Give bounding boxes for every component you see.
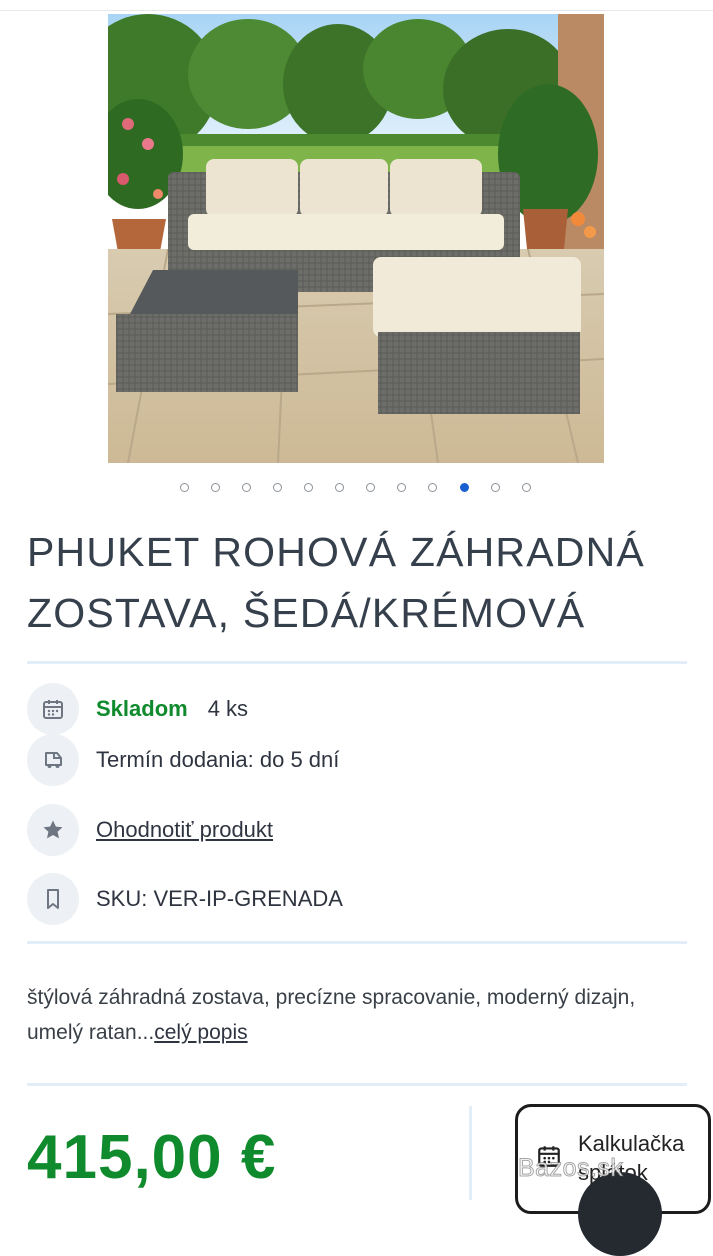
stock-count: 4 ks <box>207 696 249 721</box>
sku-value: SKU: VER-IP-GRENADA <box>96 886 343 911</box>
calendar-icon <box>27 683 79 735</box>
divider <box>27 941 687 944</box>
gallery-dot[interactable] <box>211 483 220 492</box>
divider <box>27 661 687 664</box>
gallery-pagination <box>0 483 713 495</box>
star-icon <box>27 804 79 856</box>
product-image[interactable] <box>108 14 604 463</box>
stock-row: Skladom 4 ks <box>27 683 687 735</box>
top-divider <box>0 0 713 11</box>
gallery-dot[interactable] <box>335 483 344 492</box>
gallery-dot[interactable] <box>180 483 189 492</box>
description-text: štýlová záhradná zostava, precízne sprac… <box>27 986 636 1044</box>
vertical-divider <box>469 1106 472 1200</box>
bookmark-icon <box>27 873 79 925</box>
watermark: Bazos.sk <box>517 1154 624 1183</box>
gallery-dot[interactable] <box>273 483 282 492</box>
gallery-dot[interactable] <box>366 483 375 492</box>
product-title: PHUKET ROHOVÁ ZÁHRADNÁ ZOSTAVA, ŠEDÁ/KRÉ… <box>27 529 645 636</box>
gallery-dot[interactable] <box>304 483 313 492</box>
sku-row: SKU: VER-IP-GRENADA <box>27 873 687 925</box>
product-price: 415,00 € <box>27 1123 277 1192</box>
rating-row: Ohodnotiť produkt <box>27 804 687 856</box>
gallery-dot[interactable] <box>491 483 500 492</box>
gallery-dot-active[interactable] <box>460 483 469 492</box>
gallery-dot[interactable] <box>428 483 437 492</box>
gallery-dot[interactable] <box>397 483 406 492</box>
truck-icon <box>27 734 79 786</box>
gallery-dot[interactable] <box>242 483 251 492</box>
delivery-row: Termín dodania: do 5 dní <box>27 734 687 786</box>
stock-status: Skladom <box>96 696 188 721</box>
short-description: štýlová záhradná zostava, precízne sprac… <box>27 980 667 1050</box>
product-photo <box>108 14 604 463</box>
divider <box>27 1083 687 1086</box>
full-description-link[interactable]: celý popis <box>154 1021 247 1044</box>
floating-action-button[interactable] <box>578 1172 662 1256</box>
rate-product-link[interactable]: Ohodnotiť produkt <box>96 817 273 843</box>
gallery-dot[interactable] <box>522 483 531 492</box>
delivery-time: Termín dodania: do 5 dní <box>96 747 340 772</box>
